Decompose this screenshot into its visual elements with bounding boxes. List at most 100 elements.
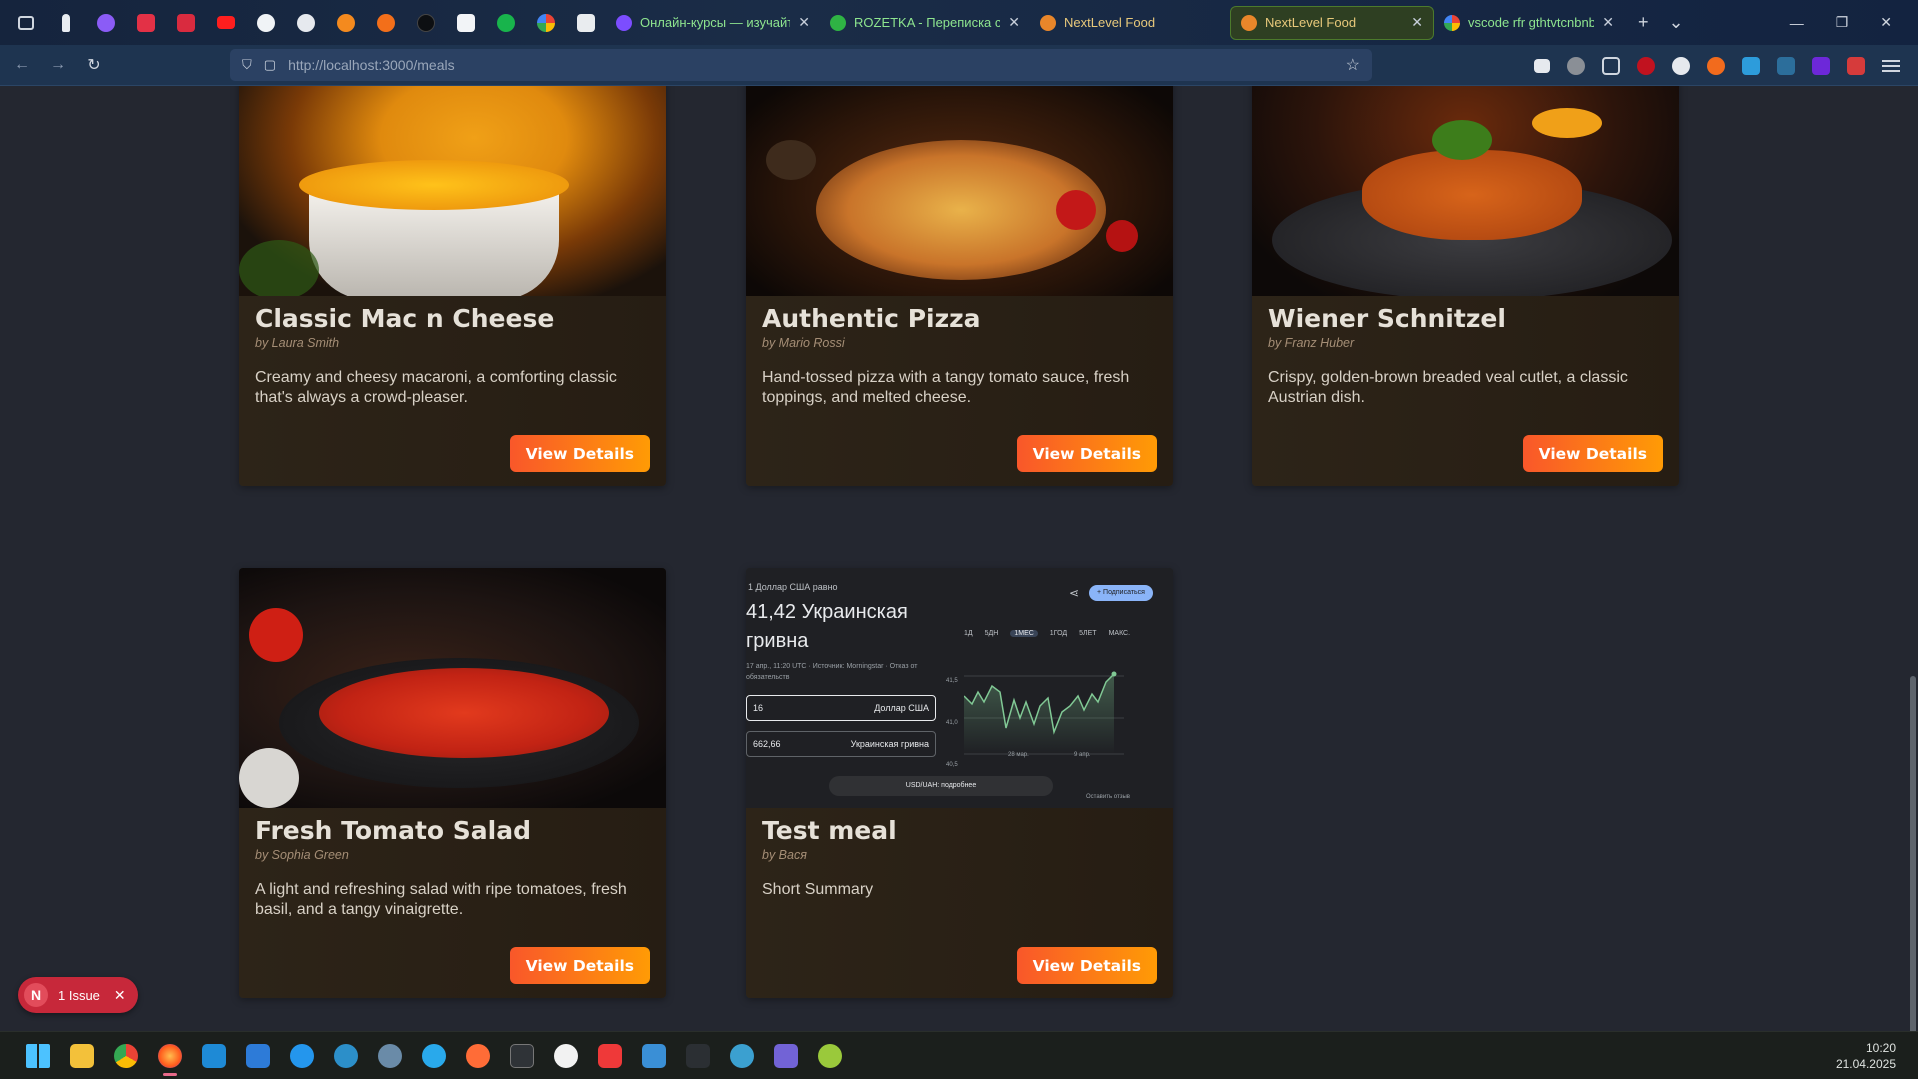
screenshot-icon[interactable] [1777,56,1795,75]
meal-creator: by Laura Smith [255,336,340,350]
pinned-tab-google-icon[interactable] [526,0,566,45]
widget-currency2: Украинская гривна [850,739,929,749]
page-scrollbar[interactable] [1910,676,1916,1031]
save-disk-icon[interactable] [1742,56,1760,75]
widget-range-tabs: 1Д 5ДН 1МЕС 1ГОД 5ЛЕТ МАКС. [964,630,1130,637]
restore-icon[interactable]: ❐ [1836,14,1849,31]
account-icon[interactable] [1567,56,1585,75]
vivaldi-icon[interactable] [588,1034,632,1078]
file-explorer-icon[interactable] [60,1034,104,1078]
minimize-icon[interactable]: — [1790,15,1804,31]
pinned-tab-k-app-icon[interactable] [326,0,366,45]
new-tab-button[interactable]: + [1638,12,1649,33]
red-extension-icon[interactable] [1847,56,1865,75]
reload-icon[interactable]: ↻ [76,47,112,83]
pinned-tab-red-app-2-icon[interactable] [166,0,206,45]
food-favicon-icon [1040,14,1056,31]
widget-amount1: 16 [753,703,764,713]
tab-title: NextLevel Food [1064,15,1156,30]
pinned-tab-notes-icon[interactable] [446,0,486,45]
view-details-button[interactable]: View Details [509,435,650,472]
close-tab-icon[interactable]: ✕ [798,14,810,31]
close-tab-icon[interactable]: ✕ [1411,14,1423,31]
pinned-tab-chatgpt-icon[interactable] [286,0,326,45]
x-tick: 28 мар. [1008,752,1029,758]
view-details-button[interactable]: View Details [1016,947,1157,984]
pinned-tab-youtube-icon[interactable] [206,0,246,45]
robot-app-icon[interactable] [720,1034,764,1078]
widget-note: 17 апр., 11:20 UTC · Источник: Morningst… [746,663,918,681]
window-close-icon[interactable]: ✕ [1880,14,1892,31]
address-bar[interactable]: ⛉ ▢ http://localhost:3000/meals ☆ [230,49,1372,81]
dark-app-icon[interactable] [676,1034,720,1078]
view-details-button[interactable]: View Details [1522,435,1663,472]
ublock-icon[interactable] [1637,56,1655,75]
pinned-tab-dark-app-icon[interactable] [406,0,446,45]
toolbar-extensions [1534,45,1900,86]
close-tab-icon[interactable]: ✕ [1008,14,1020,31]
widget-line-chart [964,671,1124,755]
mongodb-icon[interactable] [544,1034,588,1078]
tab-online-courses[interactable]: Онлайн-курсы — изучайте ✕ [606,6,820,40]
shield-icon[interactable]: ⛉ [242,57,252,73]
url-host: http://localhost [288,57,379,73]
tab-rozetka[interactable]: ROZETKA - Переписка с пр ✕ [820,6,1030,40]
back-arrow-icon[interactable]: ← [4,47,40,83]
pinned-tab-green-app-icon[interactable] [486,0,526,45]
meal-card: Authentic Pizza by Mario Rossi Hand-toss… [746,86,1173,486]
issue-count-label[interactable]: 1 Issue [58,988,100,1003]
terminal-icon[interactable] [500,1034,544,1078]
forward-arrow-icon[interactable]: → [40,47,76,83]
close-tab-icon[interactable]: ✕ [1602,14,1614,31]
edge-icon[interactable] [324,1034,368,1078]
windows-start-icon[interactable] [16,1034,60,1078]
bookmark-star-icon[interactable]: ☆ [1346,55,1360,75]
udemy-favicon-icon [616,14,632,31]
pocket-icon[interactable] [1534,58,1550,73]
extensions-puzzle-icon[interactable] [1602,56,1620,75]
pinned-tab-chess-icon[interactable] [46,0,86,45]
firefox-icon[interactable] [148,1034,192,1078]
sidebar-toggle-icon[interactable] [6,0,46,45]
chrome-icon[interactable] [104,1034,148,1078]
tab-nextlevel-food-active[interactable]: NextLevel Food ✕ [1230,5,1434,40]
docker-icon[interactable] [280,1034,324,1078]
tab-title: Онлайн-курсы — изучайте [640,15,791,30]
sync-icon[interactable] [1672,56,1690,75]
widget-line1: 1 Доллар США равно [748,582,838,592]
dismiss-issue-icon[interactable]: ✕ [114,987,126,1004]
share-icon: ⋖ [1069,586,1080,600]
tab-title: vscode rfr gthtvtcnbnbnm c [1468,15,1595,30]
nextjs-issue-badge[interactable]: N 1 Issue ✕ [18,977,138,1013]
menu-hamburger-icon[interactable] [1882,59,1900,72]
telegram-icon[interactable] [412,1034,456,1078]
green-app-icon[interactable] [808,1034,852,1078]
system-clock[interactable]: 10:20 21.04.2025 [1836,1040,1896,1072]
tab-vscode-search[interactable]: vscode rfr gthtvtcnbnbnm c ✕ [1434,6,1624,40]
view-details-button[interactable]: View Details [1016,435,1157,472]
purple-extension-icon[interactable] [1812,56,1830,75]
meal-image-pizza [746,86,1173,296]
orange-extension-icon[interactable] [1707,56,1725,75]
url-text[interactable]: http://localhost:3000/meals [288,57,455,73]
postman-icon[interactable] [456,1034,500,1078]
database-icon[interactable] [368,1034,412,1078]
tab-list-chevron-icon[interactable]: ⌄ [1669,12,1684,33]
tab-nextlevel-food[interactable]: NextLevel Food [1030,6,1230,40]
range-tab: 5ЛЕТ [1079,630,1097,637]
meal-image-tomato-salad [239,568,666,808]
pinned-tab-bookmark-icon[interactable] [566,0,606,45]
view-details-button[interactable]: View Details [509,947,650,984]
pinned-tab-udemy-icon[interactable] [86,0,126,45]
window-controls: — ❐ ✕ [1790,14,1918,31]
notes-app-icon[interactable] [764,1034,808,1078]
pinned-tab-github-icon[interactable] [246,0,286,45]
taskmanager-icon[interactable] [632,1034,676,1078]
pinned-tab-red-app-icon[interactable] [126,0,166,45]
vscode-icon[interactable] [192,1034,236,1078]
range-tab: 5ДН [984,630,999,637]
photos-icon[interactable] [236,1034,280,1078]
meal-title: Authentic Pizza [762,304,981,333]
pinned-tab-k-app-2-icon[interactable] [366,0,406,45]
meal-summary: Creamy and cheesy macaroni, a comforting… [255,369,617,406]
